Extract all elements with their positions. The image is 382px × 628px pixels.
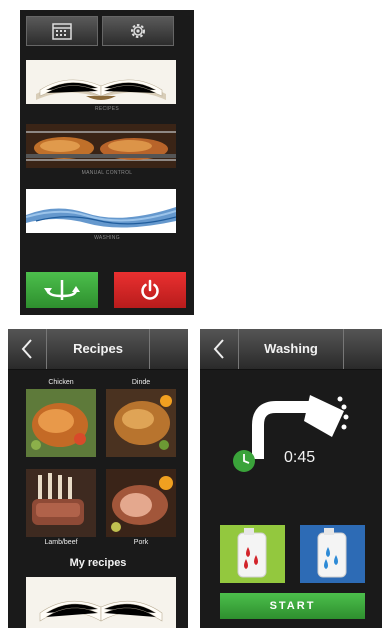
chevron-left-icon <box>21 339 32 359</box>
recipe-label-pork: Pork <box>133 539 149 546</box>
calendar-icon <box>52 23 72 40</box>
recipe-label-chicken: Chicken <box>48 379 74 386</box>
rotate-button[interactable] <box>26 272 98 308</box>
water-wave-image <box>26 189 176 233</box>
blue-detergent-bottle-icon <box>317 528 347 578</box>
header-right-slot <box>343 329 382 369</box>
manual-control-tile-label: MANUAL CONTROL <box>81 170 133 176</box>
washing-tile-label: WASHING <box>94 235 120 241</box>
lamb-rack-image <box>26 469 96 537</box>
recipes-header: Recipes <box>8 329 188 370</box>
page-title: Washing <box>264 341 318 356</box>
recipe-label-lamb-beef: Lamb/beef <box>44 539 78 546</box>
open-book-image <box>26 60 176 104</box>
start-button[interactable]: START <box>220 593 365 619</box>
recipe-label-dinde: Dinde <box>131 379 151 386</box>
my-recipes-tile[interactable] <box>26 577 176 628</box>
recipe-chicken[interactable] <box>26 389 96 457</box>
washing-screen: Washing 0:45 START <box>200 329 382 628</box>
recipes-screen: Recipes Chicken Dinde Lamb/beef Pork My … <box>8 329 188 628</box>
settings-button[interactable] <box>102 16 174 46</box>
clock-icon <box>233 450 255 472</box>
detergent-blue-button[interactable] <box>300 525 365 583</box>
open-book-image <box>26 577 176 628</box>
chevron-left-icon <box>213 339 224 359</box>
chicken-image <box>26 389 96 457</box>
back-button[interactable] <box>200 329 239 369</box>
recipe-lamb-beef[interactable] <box>26 469 96 537</box>
washing-tile[interactable] <box>26 189 176 233</box>
wash-timer: 0:45 <box>284 449 316 466</box>
page-title: Recipes <box>73 341 123 356</box>
recipes-tile[interactable] <box>26 60 176 104</box>
red-detergent-bottle-icon <box>237 528 267 578</box>
main-menu-screen: RECIPES MANUAL CONTROL WASHING <box>20 10 194 315</box>
pork-roast-image <box>106 469 176 537</box>
rotate-arrows-icon <box>44 280 80 300</box>
washing-header: Washing <box>200 329 382 370</box>
calendar-button[interactable] <box>26 16 98 46</box>
manual-control-tile[interactable] <box>26 124 176 168</box>
recipe-pork[interactable] <box>106 469 176 537</box>
recipe-dinde[interactable] <box>106 389 176 457</box>
back-button[interactable] <box>8 329 47 369</box>
roast-chicken-oven-image <box>26 124 176 168</box>
my-recipes-heading: My recipes <box>69 557 127 569</box>
header-right-slot <box>149 329 188 369</box>
power-button[interactable] <box>114 272 186 308</box>
power-icon <box>141 279 159 300</box>
detergent-red-button[interactable] <box>220 525 285 583</box>
gear-icon <box>131 24 145 38</box>
turkey-image <box>106 389 176 457</box>
recipes-tile-label: RECIPES <box>94 106 120 112</box>
